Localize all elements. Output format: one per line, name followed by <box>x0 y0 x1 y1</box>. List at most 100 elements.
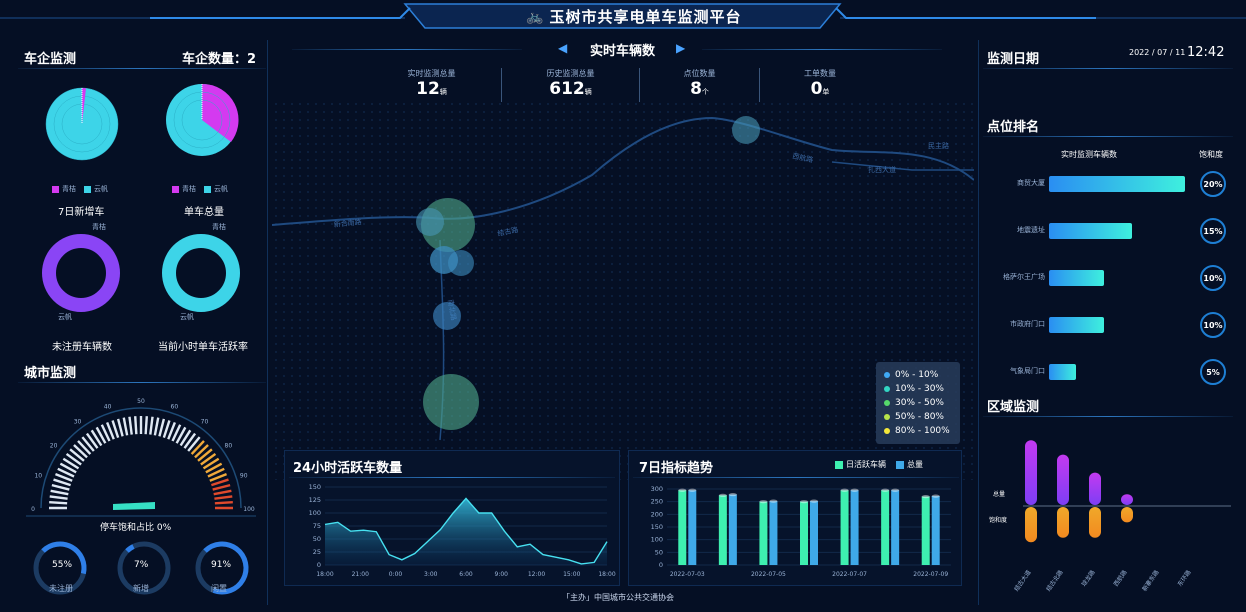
ring1-value: 55% <box>52 560 73 570</box>
region-saturation-bar <box>1121 507 1133 523</box>
donut4-label: 当前小时单车活跃率 <box>158 342 248 353</box>
saturation-badge: 20% <box>1200 171 1226 197</box>
company-monitor-title: 车企监测 <box>24 52 77 67</box>
map-point-6[interactable] <box>423 374 479 430</box>
bar-cap <box>921 495 930 499</box>
ranking-name: 市政府门口 <box>1010 320 1045 328</box>
gauge-tick <box>213 489 232 496</box>
x-tick-label: 6:00 <box>459 571 473 578</box>
bar-cap <box>728 492 737 497</box>
stat-point-count: 点位数量 8个 <box>640 68 760 102</box>
pie1-legend: 青桔 云帆 <box>52 184 108 194</box>
gauge-tick-label: 50 <box>137 398 145 405</box>
area-fill <box>325 498 607 565</box>
ring1-label: 未注册 <box>49 584 73 593</box>
bar-1 <box>688 490 697 565</box>
legend-dot <box>884 372 890 378</box>
gauge-tick <box>214 501 233 505</box>
prev-arrow[interactable]: ◀ <box>558 41 567 55</box>
gauge-tick-label: 70 <box>201 419 209 426</box>
gauge-tick-label: 80 <box>225 443 233 450</box>
ranking-row: 地震遗址 15% <box>979 217 1241 247</box>
y-tick-label: 250 <box>651 498 663 506</box>
ranking-bar <box>1049 176 1186 192</box>
gauge-tick <box>134 416 138 435</box>
bar-0 <box>921 496 930 565</box>
bar-0 <box>800 501 808 565</box>
right-panel: 监测日期 2022 / 07 / 11 12:42 点位排名 实时监测车辆数 饱… <box>978 40 1240 605</box>
bar-cap <box>881 488 890 492</box>
ranking-bar <box>1049 364 1076 380</box>
x-tick-label: 18:00 <box>316 571 333 578</box>
gauge-tick-label: 90 <box>240 473 248 480</box>
map-area[interactable]: 新合南路 结古路 西航路 扎西大道 民主路 南北路 0% - 10% 10% -… <box>271 100 975 480</box>
bar-cap <box>688 488 697 492</box>
legend-swatch <box>835 460 843 469</box>
stat-history-total: 历史监测总量 612辆 <box>502 68 640 102</box>
gauge-tick <box>50 489 69 496</box>
pie-bike-total <box>166 83 239 156</box>
road-label-xihang: 西航路 <box>792 151 814 164</box>
ranking-name: 地震遗址 <box>1017 226 1045 234</box>
bar-cap <box>759 500 768 504</box>
bar-1 <box>769 501 778 565</box>
road-label-zhaxi: 扎西大道 <box>868 165 896 174</box>
bar-0 <box>678 490 687 565</box>
ranking-bar <box>1049 270 1104 286</box>
road-label-minzhu: 民主路 <box>928 141 949 150</box>
date-title: 监测日期 <box>987 52 1040 67</box>
ranking-title: 点位排名 <box>987 120 1040 135</box>
map-point-2[interactable] <box>416 208 444 236</box>
bar-1 <box>891 490 900 565</box>
ring2-label: 新增 <box>133 584 149 593</box>
gauge-tick-label: 20 <box>50 443 58 450</box>
bar-0 <box>718 495 727 565</box>
ranking-list: 商贸大厦 20% 地震遗址 15% 格萨尔王广场 10% 市政府门口 10% 气象局门口 5% <box>979 170 1241 390</box>
bar-1 <box>850 490 859 565</box>
company-count: 车企数量：2 <box>182 52 257 67</box>
y-tick-label: 100 <box>651 536 663 544</box>
chart-7d-legend: 日活跃车辆 总量 <box>835 459 923 470</box>
region-saturation-bar <box>1025 507 1037 543</box>
bike-icon: 🚲 <box>526 8 544 25</box>
bar-cap <box>678 488 687 492</box>
bar-cap <box>800 500 808 504</box>
date-value: 2022 / 07 / 11 <box>1129 48 1186 57</box>
ranking-name: 格萨尔王广场 <box>1003 273 1045 281</box>
center-panel: ◀ 实时车辆数 ▶ 实时监测总量 12辆 历史监测总量 612辆 点位数量 8个… <box>271 34 975 612</box>
bar-cap <box>931 494 940 498</box>
region-name: 东环路 <box>1176 569 1193 588</box>
y-tick-label: 75 <box>313 522 321 530</box>
gauge-tick-label: 10 <box>34 473 42 480</box>
pie-7day-new <box>45 87 119 161</box>
map-point-7[interactable] <box>732 116 760 144</box>
ranking-name: 商贸大厦 <box>1017 179 1045 187</box>
region-name: 西航路 <box>1112 569 1129 588</box>
gauge-tick-label: 40 <box>104 403 112 410</box>
ranking-col2: 饱和度 <box>1199 150 1223 159</box>
x-tick-label: 18:00 <box>598 571 615 578</box>
donut3-label: 未注册车辆数 <box>52 342 112 353</box>
gauge-tick <box>153 417 160 436</box>
ring3-label: 闲置 <box>211 584 227 593</box>
ranking-row: 商贸大厦 20% <box>979 170 1241 200</box>
bar-0 <box>881 490 890 565</box>
region-total-bar <box>1025 440 1037 505</box>
map-point-5[interactable] <box>433 302 461 330</box>
region-saturation-bar <box>1057 507 1069 538</box>
gauge-tick <box>116 418 124 437</box>
gauge-needle <box>113 502 155 510</box>
next-arrow[interactable]: ▶ <box>676 41 685 55</box>
legend-dot <box>884 400 890 406</box>
map-point-4[interactable] <box>448 250 474 276</box>
map-roads: 新合南路 结古路 西航路 扎西大道 民主路 南北路 <box>271 116 975 441</box>
left-panel: 车企监测 车企数量：2 青桔 云帆 青桔 云帆 7日新增车 单车总量 青桔 云帆… <box>12 40 268 605</box>
y-tick-label: 200 <box>651 510 663 518</box>
y-tick-label: 50 <box>313 535 321 543</box>
gauge-tick <box>49 501 68 505</box>
x-tick-label: 2022-07-09 <box>913 571 948 578</box>
x-tick-label: 3:00 <box>424 571 438 578</box>
gauge-tick <box>214 495 233 500</box>
bar-chart: 0 50 100 150 200 250 300 2022-07-03 2022-07-05 20… <box>651 485 951 578</box>
ranking-name: 气象局门口 <box>1010 367 1045 375</box>
